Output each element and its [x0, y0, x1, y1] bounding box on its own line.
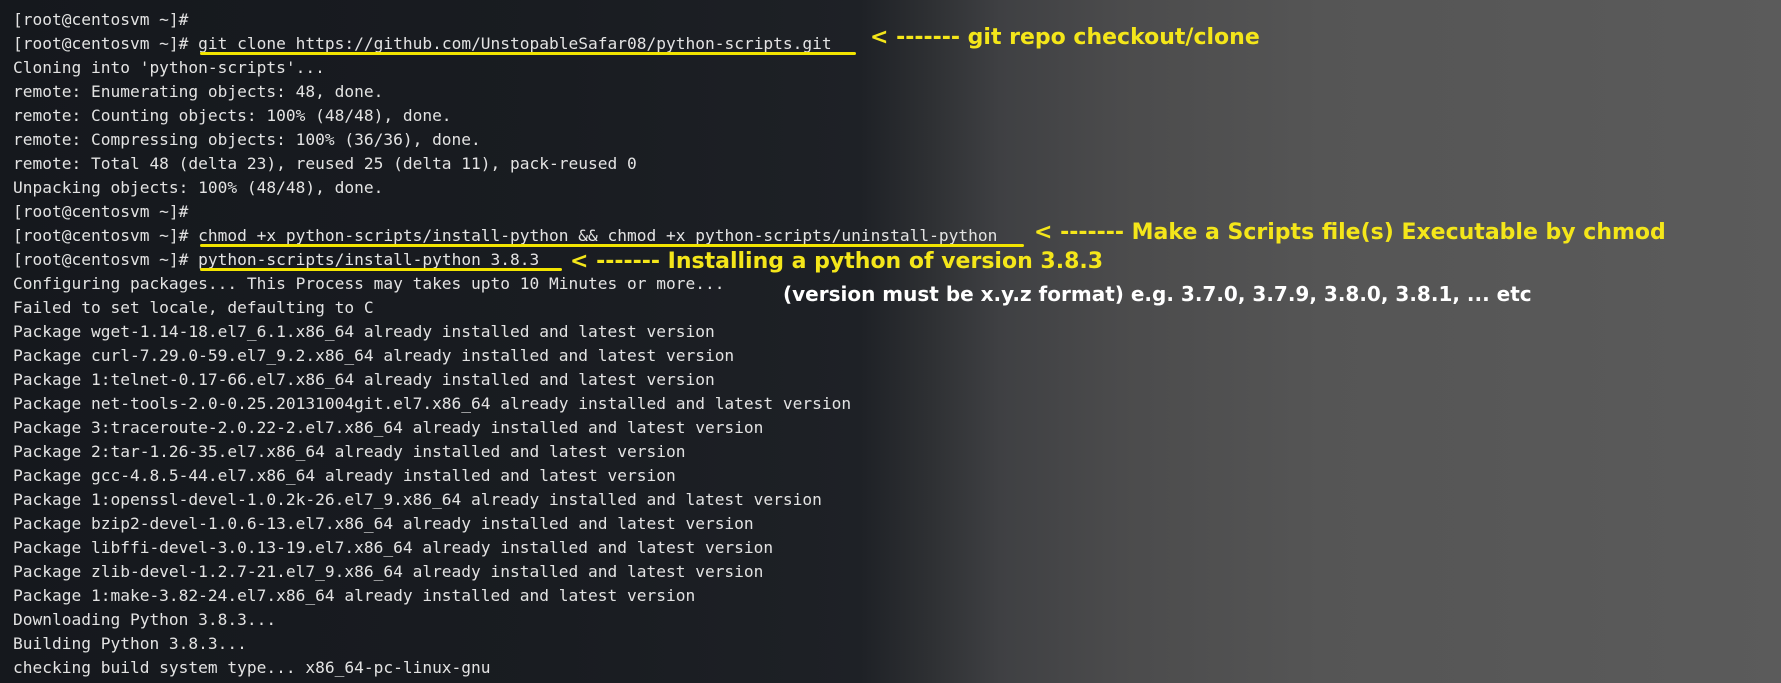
output-text: Package 3:traceroute-2.0.22-2.el7.x86_64…: [13, 418, 764, 437]
terminal-line: Package 1:openssl-devel-1.0.2k-26.el7_9.…: [13, 488, 1781, 512]
terminal-line: Package libffi-devel-3.0.13-19.el7.x86_6…: [13, 536, 1781, 560]
chmod-command: chmod +x python-scripts/install-python &…: [188, 226, 998, 245]
version-format-note: (version must be x.y.z format) e.g. 3.7.…: [783, 282, 1532, 306]
terminal-line: Building Python 3.8.3...: [13, 632, 1781, 656]
output-text: Package 1:openssl-devel-1.0.2k-26.el7_9.…: [13, 490, 822, 509]
output-text: Package bzip2-devel-1.0.6-13.el7.x86_64 …: [13, 514, 754, 533]
terminal-line: Package 1:make-3.82-24.el7.x86_64 alread…: [13, 584, 1781, 608]
output-text: Package libffi-devel-3.0.13-19.el7.x86_6…: [13, 538, 774, 557]
terminal-output[interactable]: [root@centosvm ~]# [root@centosvm ~]# gi…: [13, 8, 1781, 680]
output-text: Building Python 3.8.3...: [13, 634, 247, 653]
terminal-line: Package wget-1.14-18.el7_6.1.x86_64 alre…: [13, 320, 1781, 344]
chmod-command-underline: [200, 244, 1024, 247]
terminal-line: Package 3:traceroute-2.0.22-2.el7.x86_64…: [13, 416, 1781, 440]
clone-annotation: < ------- git repo checkout/clone: [870, 25, 1260, 50]
terminal-line: remote: Compressing objects: 100% (36/36…: [13, 128, 1781, 152]
install-command-underline: [200, 268, 562, 271]
shell-prompt: [root@centosvm ~]#: [13, 226, 189, 245]
output-text: Package zlib-devel-1.2.7-21.el7_9.x86_64…: [13, 562, 764, 581]
output-text: remote: Total 48 (delta 23), reused 25 (…: [13, 154, 637, 173]
terminal-line: Cloning into 'python-scripts'...: [13, 56, 1781, 80]
output-text: Configuring packages... This Process may…: [13, 274, 725, 293]
terminal-line: Package 2:tar-1.26-35.el7.x86_64 already…: [13, 440, 1781, 464]
terminal-line: Package curl-7.29.0-59.el7_9.2.x86_64 al…: [13, 344, 1781, 368]
output-text: Unpacking objects: 100% (48/48), done.: [13, 178, 384, 197]
output-text: remote: Compressing objects: 100% (36/36…: [13, 130, 481, 149]
output-text: Cloning into 'python-scripts'...: [13, 58, 325, 77]
output-text: Package wget-1.14-18.el7_6.1.x86_64 alre…: [13, 322, 715, 341]
terminal-line: remote: Counting objects: 100% (48/48), …: [13, 104, 1781, 128]
terminal-line: Package gcc-4.8.5-44.el7.x86_64 already …: [13, 464, 1781, 488]
output-text: Failed to set locale, defaulting to C: [13, 298, 374, 317]
terminal-line: Package 1:telnet-0.17-66.el7.x86_64 alre…: [13, 368, 1781, 392]
terminal-line: remote: Total 48 (delta 23), reused 25 (…: [13, 152, 1781, 176]
shell-prompt: [root@centosvm ~]#: [13, 250, 189, 269]
output-text: Package net-tools-2.0-0.25.20131004git.e…: [13, 394, 852, 413]
output-text: checking build system type... x86_64-pc-…: [13, 658, 491, 677]
output-text: Package gcc-4.8.5-44.el7.x86_64 already …: [13, 466, 676, 485]
git-clone-command: git clone https://github.com/UnstopableS…: [188, 34, 832, 53]
install-python-command: python-scripts/install-python 3.8.3: [188, 250, 540, 269]
chmod-annotation: < ------- Make a Scripts file(s) Executa…: [1034, 220, 1666, 245]
terminal-line: Package bzip2-devel-1.0.6-13.el7.x86_64 …: [13, 512, 1781, 536]
output-text: remote: Enumerating objects: 48, done.: [13, 82, 384, 101]
terminal-line: checking build system type... x86_64-pc-…: [13, 656, 1781, 680]
shell-prompt: [root@centosvm ~]#: [13, 34, 189, 53]
shell-prompt: [root@centosvm ~]#: [13, 202, 189, 221]
terminal-line: Downloading Python 3.8.3...: [13, 608, 1781, 632]
terminal-line: Package zlib-devel-1.2.7-21.el7_9.x86_64…: [13, 560, 1781, 584]
shell-prompt: [root@centosvm ~]#: [13, 10, 189, 29]
terminal-line: Unpacking objects: 100% (48/48), done.: [13, 176, 1781, 200]
install-annotation: < ------- Installing a python of version…: [570, 249, 1104, 274]
output-text: Package curl-7.29.0-59.el7_9.2.x86_64 al…: [13, 346, 735, 365]
terminal-line: remote: Enumerating objects: 48, done.: [13, 80, 1781, 104]
clone-command-underline: [200, 52, 856, 55]
output-text: Package 1:telnet-0.17-66.el7.x86_64 alre…: [13, 370, 715, 389]
output-text: Package 1:make-3.82-24.el7.x86_64 alread…: [13, 586, 696, 605]
output-text: Downloading Python 3.8.3...: [13, 610, 277, 629]
terminal-line: Package net-tools-2.0-0.25.20131004git.e…: [13, 392, 1781, 416]
output-text: Package 2:tar-1.26-35.el7.x86_64 already…: [13, 442, 686, 461]
output-text: remote: Counting objects: 100% (48/48), …: [13, 106, 452, 125]
